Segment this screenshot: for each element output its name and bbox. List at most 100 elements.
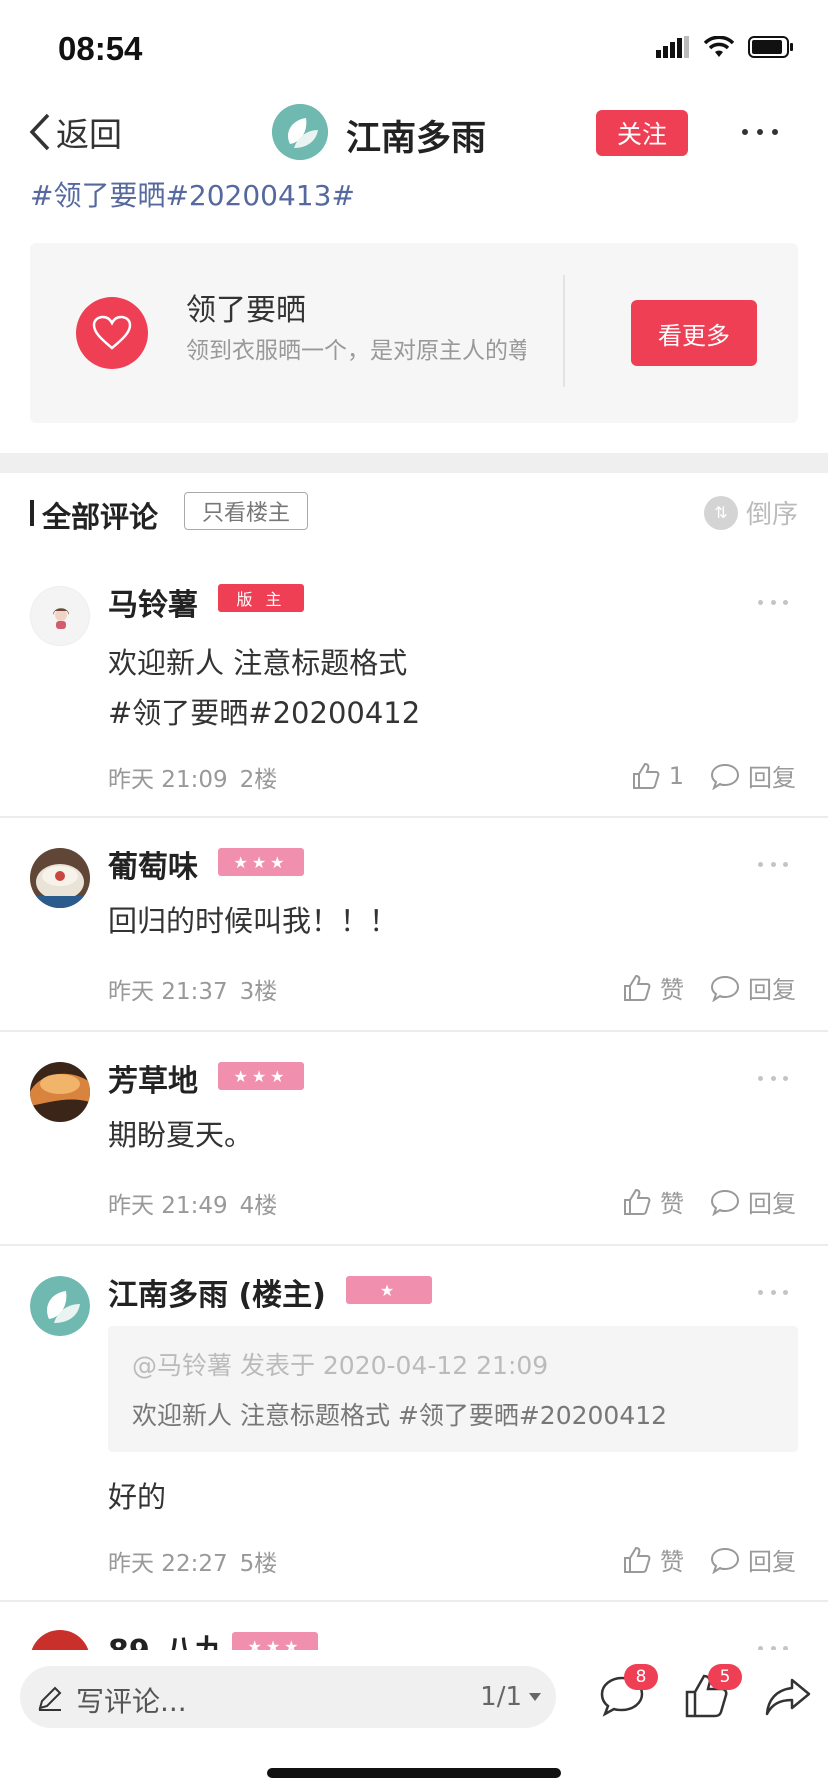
caret-down-icon bbox=[529, 1693, 541, 1701]
comment-item: 江南多雨 (楼主) ★ @马铃薯 发表于 2020-04-12 21:09 欢迎… bbox=[0, 1246, 828, 1602]
comment-input[interactable]: 写评论... 1/1 bbox=[20, 1666, 556, 1728]
follow-button[interactable]: 关注 bbox=[596, 110, 688, 156]
home-indicator bbox=[267, 1768, 561, 1778]
topic-description: 领到衣服晒一个，是对原主人的尊重 bbox=[186, 338, 526, 364]
comment-item: 葡萄味 ★★★ 回归的时候叫我！！！ 昨天 21:37 3楼 赞 回复 bbox=[0, 818, 828, 1032]
reply-button[interactable]: 回复 bbox=[710, 1542, 796, 1577]
thumbs-up-icon bbox=[624, 1546, 651, 1573]
page-title: 江南多雨 bbox=[346, 119, 487, 159]
avatar[interactable] bbox=[30, 1062, 90, 1122]
reply-bubble-icon bbox=[710, 1547, 740, 1574]
topic-card[interactable]: 领了要晒 领到衣服晒一个，是对原主人的尊重 看更多 bbox=[30, 243, 798, 423]
comment-more-icon[interactable] bbox=[758, 1290, 788, 1296]
comment-time: 昨天 22:27 bbox=[108, 1551, 228, 1577]
comment-meta: 昨天 22:27 5楼 bbox=[108, 1544, 277, 1578]
comment-actions: 赞 回复 bbox=[622, 1542, 796, 1577]
comment-floor: 5楼 bbox=[239, 1551, 278, 1577]
reply-button[interactable]: 回复 bbox=[710, 970, 796, 1005]
reply-bubble-icon bbox=[710, 763, 740, 790]
author-avatar[interactable] bbox=[272, 104, 328, 160]
moderator-badge: 版 主 bbox=[218, 584, 304, 612]
comment-time: 昨天 21:09 bbox=[108, 767, 228, 793]
comment-meta: 昨天 21:09 2楼 bbox=[108, 760, 277, 794]
reply-bubble-icon bbox=[710, 1189, 740, 1216]
username[interactable]: 芳草地 bbox=[108, 1056, 198, 1100]
section-divider bbox=[0, 453, 828, 473]
share-arrow-icon bbox=[765, 1678, 811, 1716]
page-indicator[interactable]: 1/1 bbox=[480, 1682, 542, 1712]
comment-actions: 赞 回复 bbox=[622, 1184, 796, 1219]
username[interactable]: 葡萄味 bbox=[108, 842, 198, 886]
like-button[interactable]: 赞 bbox=[622, 970, 684, 1005]
level-badge: ★★★ bbox=[218, 1062, 304, 1090]
comment-more-icon[interactable] bbox=[758, 600, 788, 606]
comment-floor: 3楼 bbox=[239, 979, 278, 1005]
back-button[interactable]: 返回 bbox=[28, 108, 122, 156]
comment-actions: 赞 回复 bbox=[622, 970, 796, 1005]
only-op-button[interactable]: 只看楼主 bbox=[184, 492, 308, 530]
comment-time: 昨天 21:37 bbox=[108, 979, 228, 1005]
username[interactable]: 89_八九 bbox=[108, 1626, 225, 1650]
like-button[interactable]: 赞 bbox=[622, 1542, 684, 1577]
sort-toggle[interactable]: ⇅ 倒序 bbox=[703, 494, 798, 531]
bottom-bar: 写评论... 1/1 8 5 bbox=[0, 1650, 828, 1792]
comment-meta: 昨天 21:37 3楼 bbox=[108, 972, 277, 1006]
quoted-comment[interactable]: @马铃薯 发表于 2020-04-12 21:09 欢迎新人 注意标题格式 #领… bbox=[108, 1326, 798, 1452]
status-time: 08:54 bbox=[58, 30, 143, 67]
topic-name: 领了要晒 bbox=[186, 293, 306, 328]
comment-text: 期盼夏天。 bbox=[108, 1118, 254, 1152]
like-post-button[interactable]: 5 bbox=[682, 1664, 742, 1720]
reply-bubble-icon bbox=[710, 975, 740, 1002]
like-button[interactable]: 赞 bbox=[622, 1184, 684, 1219]
reply-button[interactable]: 回复 bbox=[710, 1184, 796, 1219]
comment-more-icon[interactable] bbox=[758, 1076, 788, 1082]
username[interactable]: 江南多雨 (楼主) bbox=[108, 1270, 326, 1314]
more-options-icon[interactable] bbox=[742, 114, 778, 150]
comment-item: 芳草地 ★★★ 期盼夏天。 昨天 21:49 4楼 赞 回复 bbox=[0, 1032, 828, 1246]
navbar: 返回 江南多雨 关注 bbox=[0, 100, 828, 164]
like-count: 1 bbox=[668, 761, 684, 790]
thumbs-up-icon bbox=[632, 762, 660, 789]
avatar[interactable] bbox=[30, 848, 90, 908]
username[interactable]: 马铃薯 bbox=[108, 580, 198, 624]
chevron-left-icon bbox=[29, 113, 50, 151]
leaf-logo-icon bbox=[30, 1276, 90, 1336]
comment-item-partial: 89_八九 ★★★ bbox=[0, 1602, 828, 1650]
signal-icon bbox=[656, 36, 689, 58]
wifi-icon bbox=[704, 36, 734, 57]
comment-meta: 昨天 21:49 4楼 bbox=[108, 1186, 277, 1220]
reply-button[interactable]: 回复 bbox=[710, 758, 796, 793]
header-accent-bar bbox=[30, 500, 34, 526]
comment-floor: 4楼 bbox=[239, 1193, 278, 1219]
status-icons bbox=[656, 36, 794, 58]
leaf-logo-icon bbox=[272, 104, 328, 160]
quote-header: @马铃薯 发表于 2020-04-12 21:09 bbox=[132, 1351, 549, 1380]
avatar[interactable] bbox=[30, 586, 90, 646]
thumbs-up-icon bbox=[624, 1188, 651, 1215]
see-more-button[interactable]: 看更多 bbox=[631, 300, 757, 366]
comment-count-badge: 8 bbox=[624, 1664, 658, 1690]
comment-placeholder: 写评论... bbox=[76, 1685, 187, 1718]
comment-text: 好的 bbox=[108, 1480, 167, 1514]
like-button[interactable]: 1 bbox=[631, 761, 684, 791]
level-badge: ★ bbox=[346, 1276, 432, 1304]
topic-tag-link[interactable]: #领了要晒#20200413# bbox=[30, 174, 355, 214]
level-badge: ★★★ bbox=[232, 1632, 318, 1650]
pencil-icon bbox=[38, 1686, 62, 1711]
avatar[interactable] bbox=[30, 1276, 90, 1336]
sort-icon: ⇅ bbox=[703, 495, 738, 530]
avatar[interactable] bbox=[30, 1630, 90, 1650]
level-badge: ★★★ bbox=[218, 848, 304, 876]
back-label: 返回 bbox=[56, 115, 122, 154]
status-bar: 08:54 bbox=[0, 0, 828, 100]
heart-icon bbox=[76, 297, 148, 369]
thumbs-up-icon bbox=[624, 974, 651, 1001]
comment-actions: 1 回复 bbox=[631, 758, 796, 793]
comments-button[interactable]: 8 bbox=[598, 1664, 658, 1720]
divider bbox=[563, 275, 565, 387]
comment-text: 欢迎新人 注意标题格式 #领了要晒#20200412 bbox=[108, 646, 421, 730]
share-button[interactable] bbox=[764, 1672, 812, 1720]
comment-more-icon[interactable] bbox=[758, 862, 788, 868]
battery-icon bbox=[748, 36, 793, 58]
comment-floor: 2楼 bbox=[239, 767, 278, 793]
